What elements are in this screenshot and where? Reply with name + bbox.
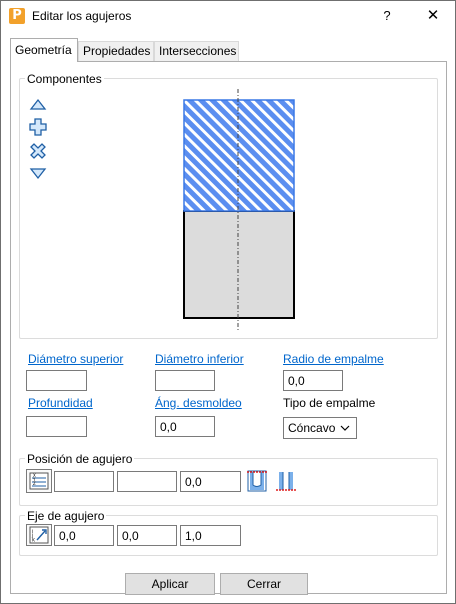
move-down-icon: [29, 168, 47, 180]
tab-geometria[interactable]: Geometría: [10, 38, 78, 62]
position-xyz-button[interactable]: X Y Z: [26, 469, 52, 493]
tipo-empalme-label: Tipo de empalme: [283, 396, 376, 410]
hole-bottom-reference-button[interactable]: [274, 469, 298, 493]
hole-segment-upper-selected[interactable]: [183, 99, 295, 212]
eje-label: Eje de agujero: [25, 509, 107, 523]
chevron-down-icon: [340, 425, 350, 431]
eje-j-input[interactable]: [117, 525, 177, 546]
dialog-window: P Editar los agujeros ? ✕ Geometría Prop…: [0, 0, 456, 604]
xyz-coordinates-icon: X Y Z: [29, 472, 49, 490]
hole-segment-lower[interactable]: [183, 210, 295, 319]
ang-desmoldeo-link[interactable]: Áng. desmoldeo: [155, 396, 242, 410]
diametro-inferior-input[interactable]: [155, 370, 215, 391]
radio-empalme-input[interactable]: [283, 370, 343, 391]
axis-ijk-button[interactable]: I J K: [26, 524, 52, 546]
eje-k-input[interactable]: [180, 525, 241, 546]
add-component-button[interactable]: [26, 116, 50, 138]
title-bar: P Editar los agujeros ? ✕: [1, 1, 455, 32]
ijk-axis-icon: I J K: [29, 526, 49, 544]
posicion-z-input[interactable]: [180, 471, 241, 492]
close-window-button[interactable]: ✕: [419, 5, 447, 27]
componentes-label: Componentes: [25, 72, 104, 86]
window-title: Editar los agujeros: [32, 9, 132, 23]
diametro-superior-link[interactable]: Diámetro superior: [28, 352, 123, 366]
tab-panel-geometria: Componentes Diámetro superior Diámetro i…: [10, 61, 447, 595]
help-button[interactable]: ?: [375, 5, 399, 27]
tab-propiedades[interactable]: Propiedades: [78, 41, 154, 61]
hole-preview: [183, 89, 295, 331]
apply-button[interactable]: Aplicar: [125, 573, 215, 595]
hole-bottom-reference-icon: [276, 472, 296, 491]
tipo-empalme-value: Cóncavo: [288, 421, 336, 435]
move-up-button[interactable]: [26, 93, 50, 115]
svg-text:Z: Z: [33, 481, 36, 486]
delete-icon: [30, 143, 46, 159]
move-down-button[interactable]: [26, 163, 50, 185]
posicion-label: Posición de agujero: [25, 452, 135, 466]
posicion-x-input[interactable]: [54, 471, 114, 492]
move-up-icon: [29, 98, 47, 110]
tipo-empalme-select[interactable]: Cóncavo: [283, 417, 357, 439]
diametro-superior-input[interactable]: [26, 370, 87, 391]
profundidad-link[interactable]: Profundidad: [28, 396, 93, 410]
diametro-inferior-link[interactable]: Diámetro inferior: [155, 352, 244, 366]
add-icon: [29, 118, 47, 136]
hole-top-reference-icon: [247, 470, 267, 492]
profundidad-input[interactable]: [26, 416, 87, 437]
close-button[interactable]: Cerrar: [220, 573, 308, 595]
tab-intersecciones[interactable]: Intersecciones: [154, 41, 239, 61]
posicion-y-input[interactable]: [117, 471, 177, 492]
hole-top-reference-button[interactable]: [245, 469, 269, 493]
app-icon: P: [9, 8, 25, 24]
radio-empalme-link[interactable]: Radio de empalme: [283, 352, 384, 366]
eje-i-input[interactable]: [54, 525, 114, 546]
delete-component-button[interactable]: [26, 140, 50, 162]
ang-desmoldeo-input[interactable]: [155, 416, 215, 437]
